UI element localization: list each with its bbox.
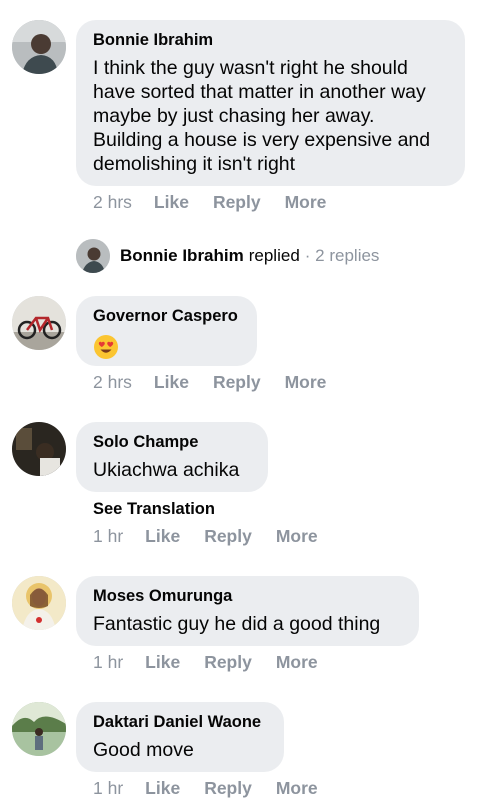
more-button[interactable]: More bbox=[285, 372, 327, 393]
reply-button[interactable]: Reply bbox=[204, 652, 252, 673]
avatar[interactable] bbox=[12, 422, 66, 476]
comment-author[interactable]: Daktari Daniel Waone bbox=[93, 712, 266, 732]
comment-bubble: Governor Caspero bbox=[76, 296, 257, 366]
heart-eyes-emoji-icon bbox=[93, 334, 119, 360]
comment-bubble: Daktari Daniel Waone Good move bbox=[76, 702, 284, 772]
comment-bubble: Moses Omurunga Fantastic guy he did a go… bbox=[76, 576, 419, 646]
comment-actions: 2 hrs Like Reply More bbox=[93, 192, 350, 212]
comment-text: I think the guy wasn't right he should h… bbox=[93, 57, 431, 175]
comment-actions: 1 hr Like Reply More bbox=[93, 652, 342, 672]
reply-button[interactable]: Reply bbox=[213, 192, 261, 213]
like-button[interactable]: Like bbox=[145, 778, 180, 799]
comment-text: Ukiachwa achika bbox=[93, 459, 240, 481]
like-button[interactable]: Like bbox=[145, 652, 180, 673]
comment-author[interactable]: Moses Omurunga bbox=[93, 586, 401, 606]
avatar[interactable] bbox=[12, 296, 66, 350]
comment-bubble: Solo Champe Ukiachwa achika bbox=[76, 422, 268, 492]
comment-bubble: Bonnie Ibrahim I think the guy wasn't ri… bbox=[76, 20, 465, 186]
reply-button[interactable]: Reply bbox=[204, 526, 252, 547]
comment-actions: 1 hr Like Reply More bbox=[93, 778, 342, 798]
more-button[interactable]: More bbox=[276, 652, 318, 673]
comment-author[interactable]: Governor Caspero bbox=[93, 306, 239, 326]
avatar[interactable] bbox=[12, 702, 66, 756]
reply-verb: replied bbox=[248, 246, 300, 265]
reply-button[interactable]: Reply bbox=[204, 778, 252, 799]
comment-text: Fantastic guy he did a good thing bbox=[93, 613, 381, 635]
reply-author[interactable]: Bonnie Ibrahim bbox=[120, 246, 244, 266]
comment-actions: 2 hrs Like Reply More bbox=[93, 372, 350, 392]
comment-actions: 1 hr Like Reply More bbox=[93, 526, 342, 546]
more-button[interactable]: More bbox=[276, 778, 318, 799]
like-button[interactable]: Like bbox=[154, 192, 189, 213]
see-translation-link[interactable]: See Translation bbox=[93, 500, 215, 519]
like-button[interactable]: Like bbox=[154, 372, 189, 393]
comment-time[interactable]: 1 hr bbox=[93, 652, 123, 673]
comment-time[interactable]: 1 hr bbox=[93, 778, 123, 799]
comment-author[interactable]: Solo Champe bbox=[93, 432, 250, 452]
reply-button[interactable]: Reply bbox=[213, 372, 261, 393]
like-button[interactable]: Like bbox=[145, 526, 180, 547]
reply-count[interactable]: · 2 replies bbox=[305, 246, 380, 266]
avatar[interactable] bbox=[12, 576, 66, 630]
comment-author[interactable]: Bonnie Ibrahim bbox=[93, 30, 447, 50]
comment-time[interactable]: 2 hrs bbox=[93, 192, 132, 213]
more-button[interactable]: More bbox=[276, 526, 318, 547]
comment-text: Good move bbox=[93, 739, 194, 761]
view-replies-link[interactable]: Bonnie Ibrahim replied · 2 replies bbox=[76, 238, 379, 274]
avatar bbox=[76, 239, 110, 273]
comment-time[interactable]: 2 hrs bbox=[93, 372, 132, 393]
comment-time[interactable]: 1 hr bbox=[93, 526, 123, 547]
avatar[interactable] bbox=[12, 20, 66, 74]
more-button[interactable]: More bbox=[285, 192, 327, 213]
